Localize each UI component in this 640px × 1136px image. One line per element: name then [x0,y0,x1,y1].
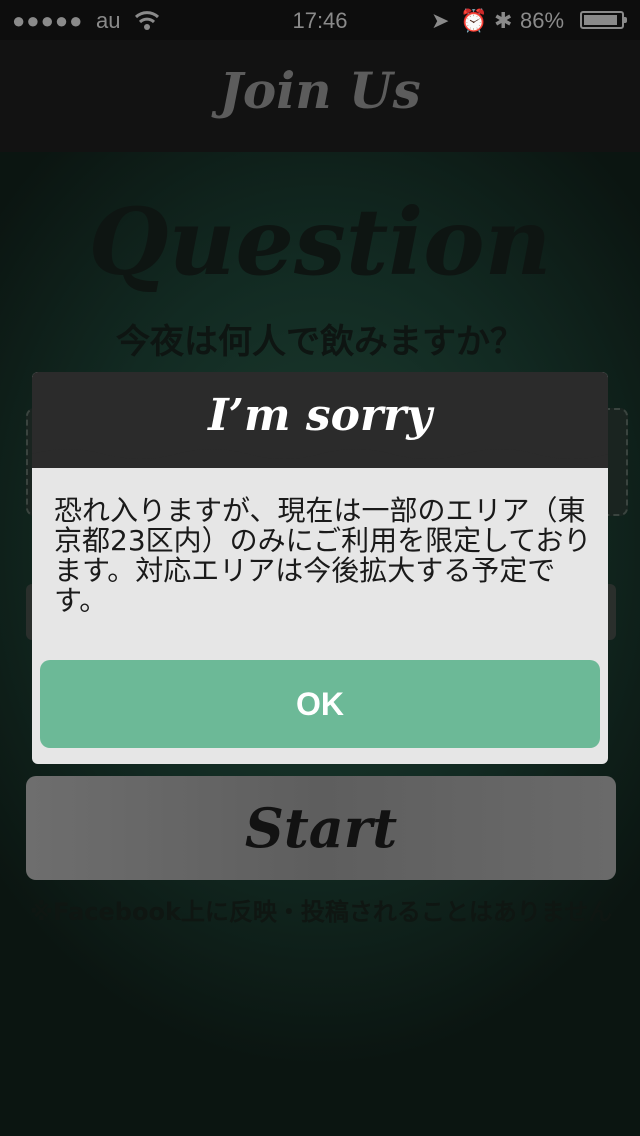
bluetooth-icon: ✱ [494,8,513,33]
ok-button[interactable]: OK [40,660,600,748]
start-button[interactable]: Start [26,776,616,880]
location-icon: ➤ [431,8,450,33]
sorry-dialog: I’m sorry 恐れ入りますが、現在は一部のエリア（東京都23区内）のみにご… [32,372,608,764]
navigation-bar: Join Us [0,40,640,152]
alarm-icon: ⏰ [460,8,488,33]
status-bar: ●●●●● au 17:46 ➤ ⏰ ✱ 86% [0,0,640,40]
question-heading: Question [88,188,552,296]
dialog-message: 恐れ入りますが、現在は一部のエリア（東京都23区内）のみにご利用を限定しておりま… [54,494,592,617]
facebook-notice: ※Facebook上に反映・投稿されることはありません [29,898,613,926]
start-button-label: Start [244,796,398,860]
battery-percentage: 86% [520,8,565,33]
battery-icon [580,11,627,29]
nav-title: Join Us [219,61,421,120]
ok-button-label: OK [296,685,344,722]
dialog-title: I’m sorry [208,390,432,441]
wave-divider [32,448,608,459]
question-text: 今夜は何人で飲みますか？ [116,322,524,362]
